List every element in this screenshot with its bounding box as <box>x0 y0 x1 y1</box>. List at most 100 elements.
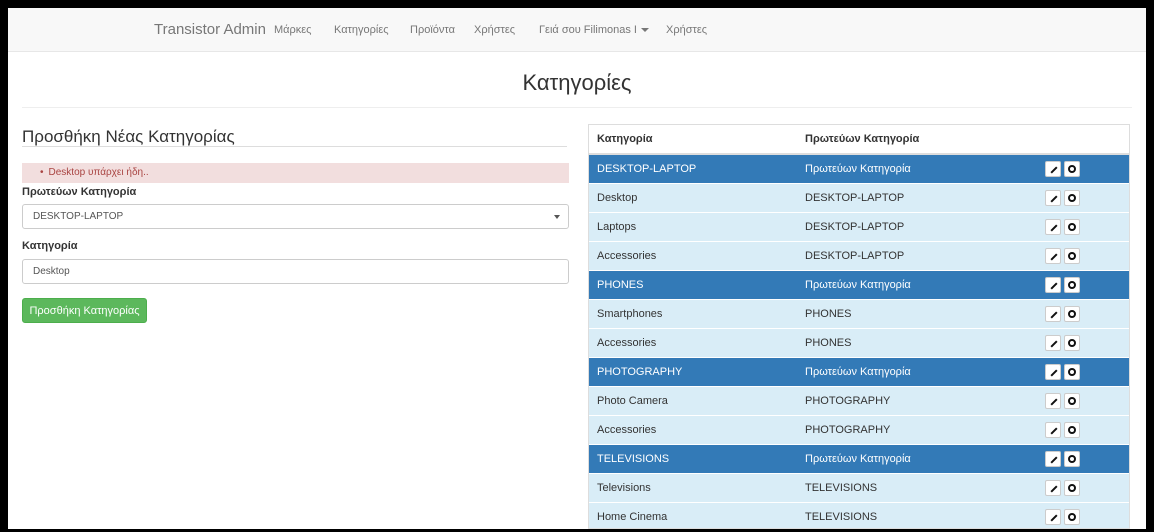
table-row: PHOTOGRAPHY Πρωτεύων Κατηγορία <box>589 356 1129 386</box>
edit-button[interactable] <box>1045 421 1061 438</box>
edit-button[interactable] <box>1045 508 1061 525</box>
category-name-cell: Laptops <box>589 211 797 241</box>
pencil-icon <box>1050 281 1058 290</box>
table-row: Home Cinema TELEVISIONS <box>589 501 1129 528</box>
actions-cell <box>1033 211 1129 241</box>
remove-icon <box>1068 483 1076 492</box>
actions-cell <box>1033 501 1129 528</box>
edit-button[interactable] <box>1045 218 1061 235</box>
delete-button[interactable] <box>1064 160 1080 177</box>
chevron-down-icon <box>554 215 560 219</box>
delete-button[interactable] <box>1064 334 1080 351</box>
delete-button[interactable] <box>1064 421 1080 438</box>
app-window: Transistor Admin Μάρκες Κατηγορίες Προϊό… <box>8 8 1146 529</box>
edit-button[interactable] <box>1045 363 1061 380</box>
nav-brands[interactable]: Μάρκες <box>274 24 312 36</box>
category-name-cell: Smartphones <box>589 298 797 328</box>
edit-button[interactable] <box>1045 479 1061 496</box>
table-row: Accessories PHONES <box>589 327 1129 357</box>
nav-users-2[interactable]: Χρήστες <box>666 24 707 36</box>
actions-cell <box>1033 182 1129 212</box>
category-name-cell: Televisions <box>589 472 797 502</box>
category-name-cell: PHONES <box>589 269 797 299</box>
parent-category-cell: PHONES <box>797 298 1033 328</box>
delete-button[interactable] <box>1064 508 1080 525</box>
parent-category-cell: PHOTOGRAPHY <box>797 414 1033 444</box>
table-row: Smartphones PHONES <box>589 298 1129 328</box>
edit-button[interactable] <box>1045 334 1061 351</box>
actions-cell <box>1033 356 1129 386</box>
nav-users[interactable]: Χρήστες <box>474 24 515 36</box>
nav-categories[interactable]: Κατηγορίες <box>334 24 389 36</box>
column-header-actions <box>1033 125 1129 155</box>
delete-button[interactable] <box>1064 392 1080 409</box>
pencil-icon <box>1050 426 1058 435</box>
actions-cell <box>1033 240 1129 270</box>
parent-category-select[interactable]: DESKTOP-LAPTOP <box>22 204 569 229</box>
page-title: Κατηγορίες <box>522 70 632 95</box>
category-name-cell: Accessories <box>589 414 797 444</box>
error-alert: • Desktop υπάρχει ήδη.. <box>22 163 569 183</box>
pencil-icon <box>1050 514 1058 522</box>
category-name-cell: DESKTOP-LAPTOP <box>589 153 797 183</box>
table-row: Televisions TELEVISIONS <box>589 472 1129 502</box>
actions-cell <box>1033 327 1129 357</box>
remove-icon <box>1068 454 1076 463</box>
delete-button[interactable] <box>1064 363 1080 380</box>
actions-cell <box>1033 298 1129 328</box>
edit-button[interactable] <box>1045 305 1061 322</box>
parent-category-cell: PHOTOGRAPHY <box>797 385 1033 415</box>
categories-table: Κατηγορία Πρωτεύων Κατηγορία DESKTOP-LAP… <box>588 124 1130 529</box>
category-name-cell: Accessories <box>589 327 797 357</box>
parent-category-cell: Πρωτεύων Κατηγορία <box>797 153 1033 183</box>
parent-category-cell: DESKTOP-LAPTOP <box>797 240 1033 270</box>
form-heading: Προσθήκη Νέας Κατηγορίας <box>22 127 235 146</box>
delete-button[interactable] <box>1064 479 1080 496</box>
actions-cell <box>1033 443 1129 473</box>
actions-cell <box>1033 153 1129 183</box>
actions-cell <box>1033 269 1129 299</box>
edit-button[interactable] <box>1045 189 1061 206</box>
divider <box>22 146 567 147</box>
add-category-button[interactable]: Προσθήκη Κατηγορίας <box>22 298 147 323</box>
edit-button[interactable] <box>1045 247 1061 264</box>
delete-button[interactable] <box>1064 189 1080 206</box>
category-name-cell: TELEVISIONS <box>589 443 797 473</box>
category-name-cell: Home Cinema <box>589 501 797 528</box>
category-input-value: Desktop <box>33 266 70 277</box>
pencil-icon <box>1050 339 1058 348</box>
parent-category-cell: DESKTOP-LAPTOP <box>797 211 1033 241</box>
delete-button[interactable] <box>1064 247 1080 264</box>
nav-user-dropdown[interactable]: Γειά σου Filimonas I <box>539 24 649 36</box>
delete-button[interactable] <box>1064 218 1080 235</box>
pencil-icon <box>1050 194 1058 203</box>
delete-button[interactable] <box>1064 276 1080 293</box>
parent-category-cell: TELEVISIONS <box>797 472 1033 502</box>
delete-button[interactable] <box>1064 305 1080 322</box>
edit-button[interactable] <box>1045 392 1061 409</box>
category-name-cell: Photo Camera <box>589 385 797 415</box>
category-input[interactable]: Desktop <box>22 259 569 284</box>
remove-icon <box>1068 222 1076 231</box>
table-header-row: Κατηγορία Πρωτεύων Κατηγορία <box>589 125 1129 155</box>
parent-category-value: DESKTOP-LAPTOP <box>33 211 124 222</box>
edit-button[interactable] <box>1045 160 1061 177</box>
chevron-down-icon <box>640 28 649 33</box>
remove-icon <box>1068 425 1076 434</box>
column-header-parent: Πρωτεύων Κατηγορία <box>797 125 1033 155</box>
remove-icon <box>1068 338 1076 347</box>
remove-icon <box>1068 193 1076 202</box>
table-row: Accessories PHOTOGRAPHY <box>589 414 1129 444</box>
error-message: Desktop υπάρχει ήδη.. <box>48 167 149 178</box>
remove-icon <box>1068 396 1076 405</box>
pencil-icon <box>1050 368 1058 377</box>
parent-category-cell: DESKTOP-LAPTOP <box>797 182 1033 212</box>
table-row: Laptops DESKTOP-LAPTOP <box>589 211 1129 241</box>
edit-button[interactable] <box>1045 450 1061 467</box>
nav-products[interactable]: Προϊόντα <box>410 24 455 36</box>
pencil-icon <box>1050 484 1058 493</box>
edit-button[interactable] <box>1045 276 1061 293</box>
delete-button[interactable] <box>1064 450 1080 467</box>
nav-user-dropdown-label: Γειά σου Filimonas I <box>539 24 637 36</box>
brand-link[interactable]: Transistor Admin <box>154 21 266 38</box>
